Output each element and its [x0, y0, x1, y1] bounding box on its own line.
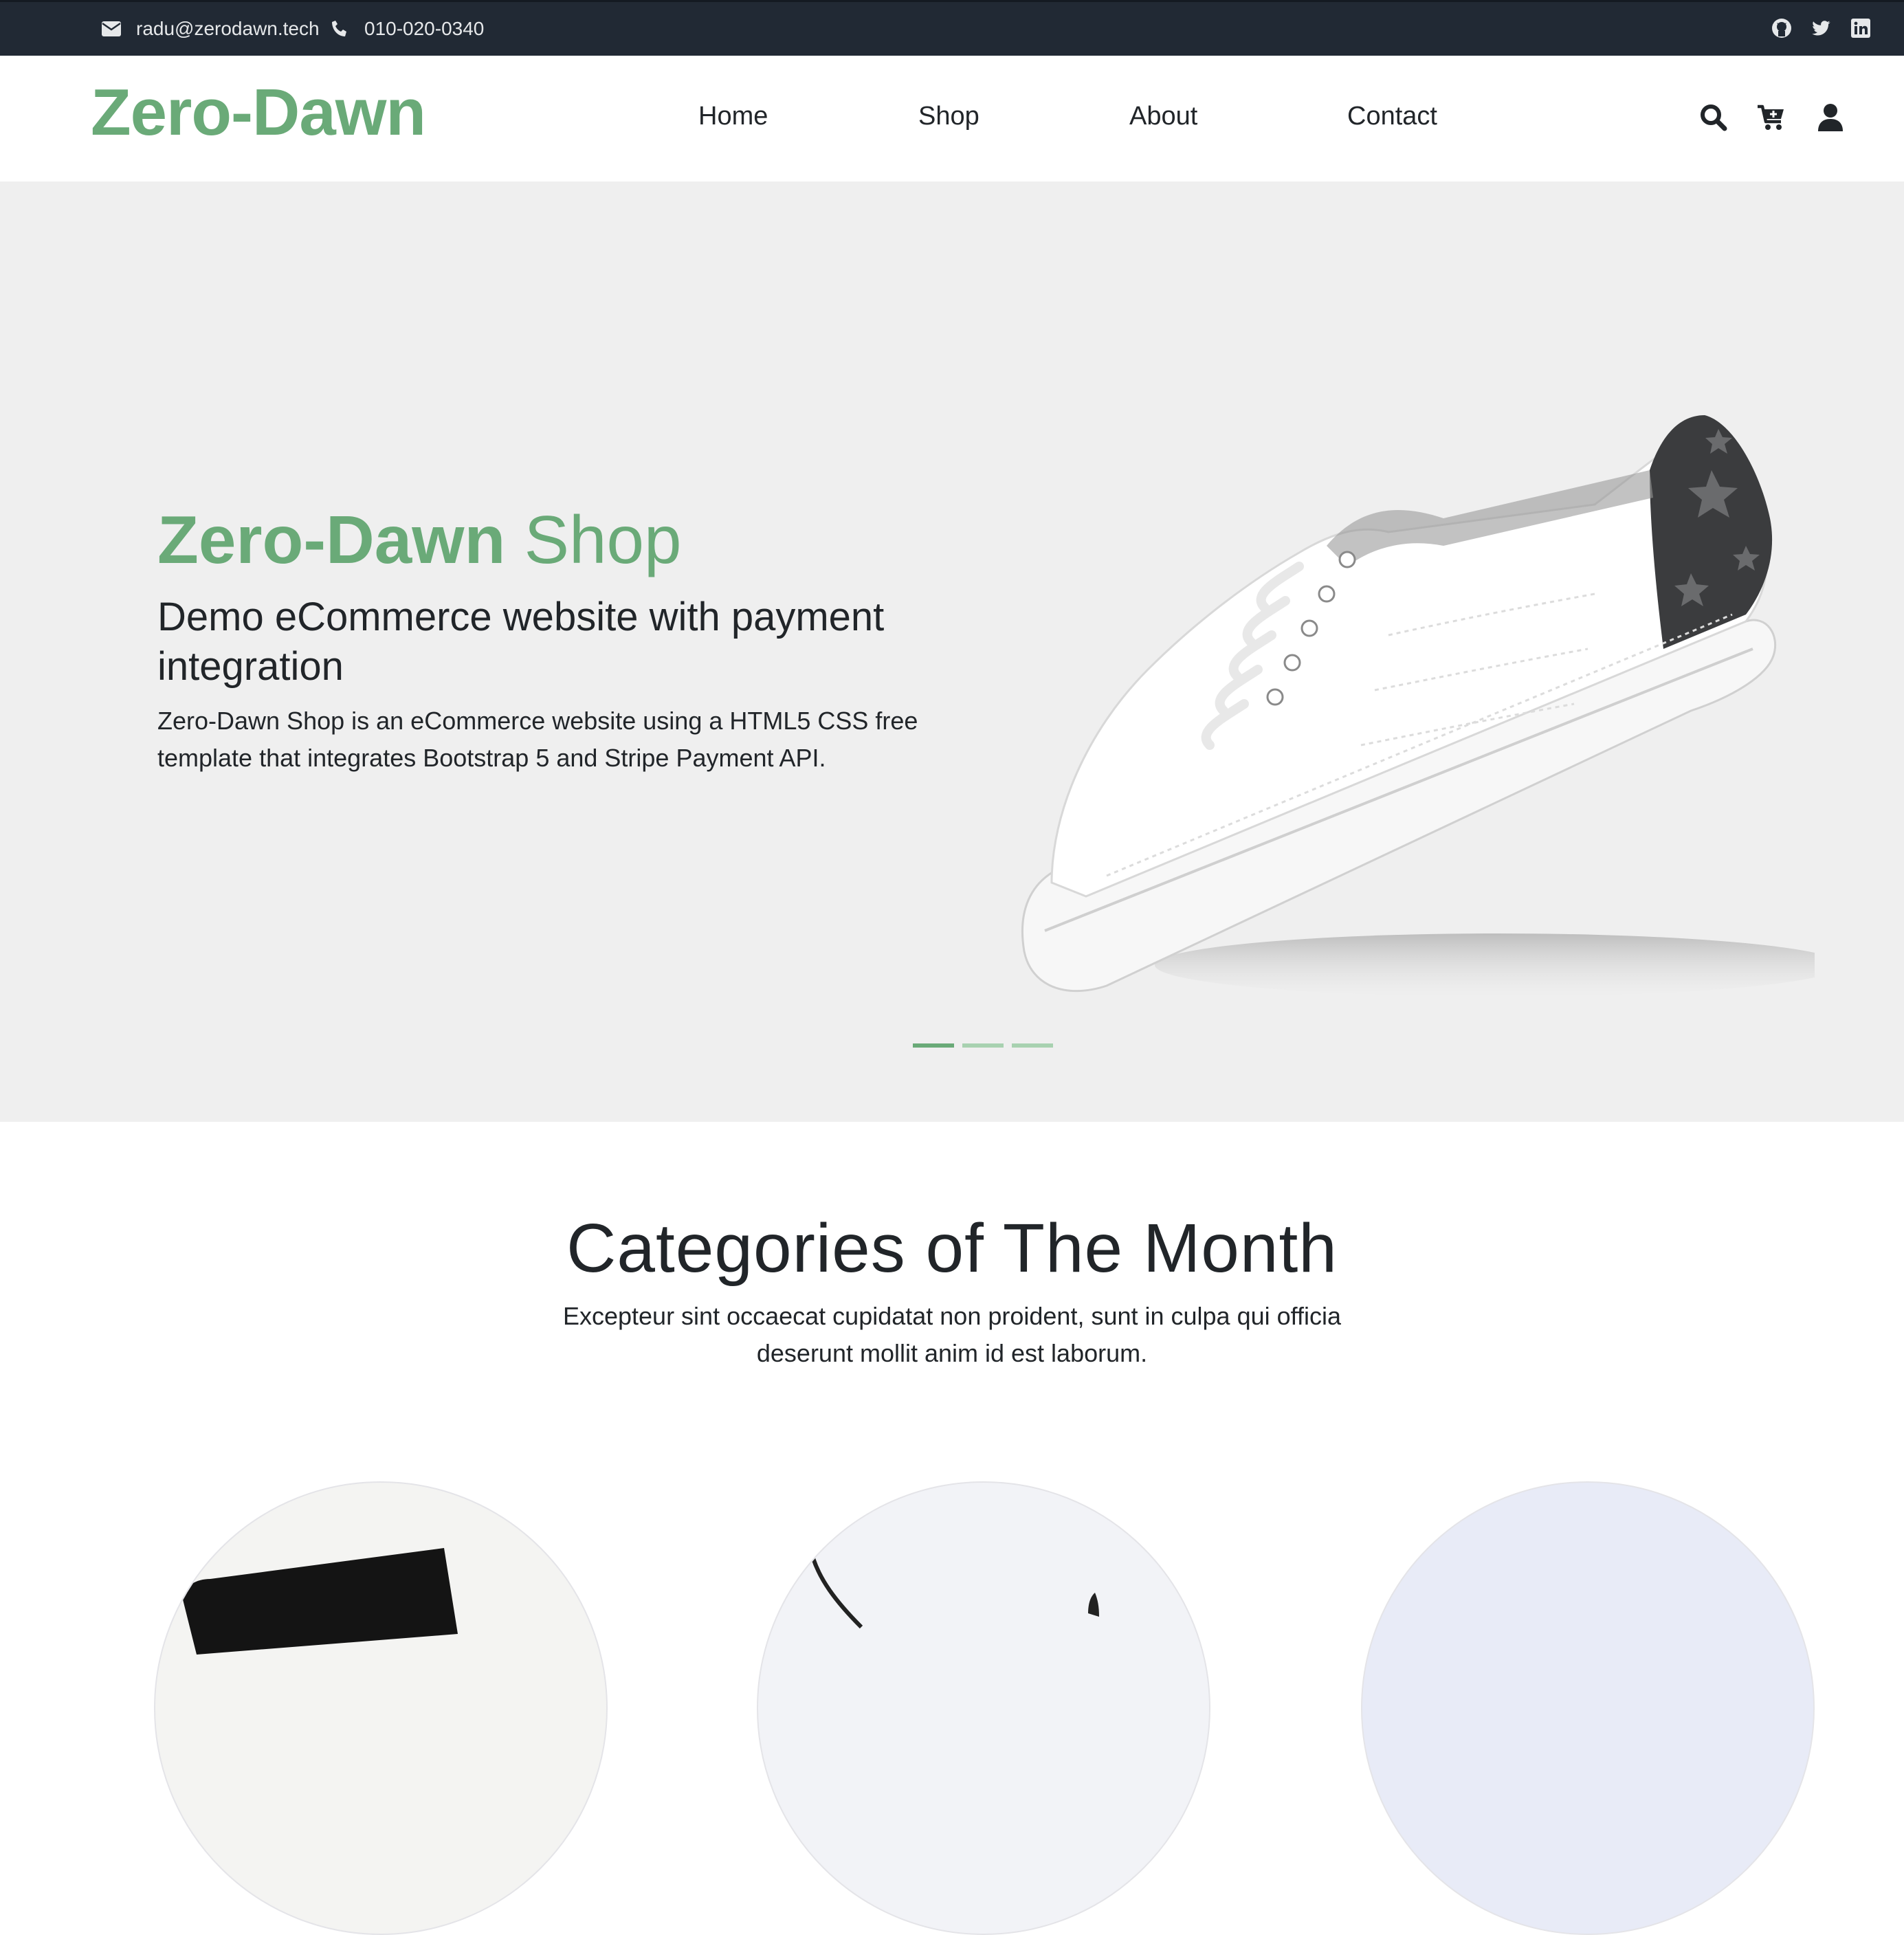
categories-title: Categories of The Month: [566, 1210, 1338, 1287]
nav-link-home[interactable]: Home: [698, 101, 768, 133]
category-image-2[interactable]: [757, 1481, 1210, 1935]
carousel-indicator-3[interactable]: [1012, 1043, 1053, 1048]
linkedin-icon[interactable]: [1850, 17, 1872, 39]
carousel-indicators: [913, 1043, 1053, 1048]
phone-text: 010-020-0340: [364, 18, 485, 39]
phone-icon: [332, 21, 346, 36]
phone-link[interactable]: 010-020-0340: [330, 2, 484, 56]
carousel-indicator-1[interactable]: [913, 1043, 954, 1048]
envelope-icon: [102, 21, 121, 36]
watch-image: [183, 1548, 458, 1655]
brand-logo[interactable]: Zero-Dawn: [91, 76, 426, 149]
email-link[interactable]: radu@zerodawn.tech: [102, 2, 320, 56]
sneaker-image: [1021, 415, 1815, 997]
user-icon[interactable]: [1815, 102, 1846, 133]
hero-description: Zero-Dawn Shop is an eCommerce website u…: [157, 707, 918, 772]
hero-carousel: Zero-Dawn Shop Demo eCommerce website wi…: [0, 181, 1904, 1122]
nav-link-contact[interactable]: Contact: [1347, 101, 1437, 133]
carousel-indicator-2[interactable]: [962, 1043, 1004, 1048]
email-text: radu@zerodawn.tech: [136, 18, 320, 39]
github-icon[interactable]: [1771, 17, 1793, 39]
nav-link-about[interactable]: About: [1129, 101, 1197, 133]
top-contact-bar: radu@zerodawn.tech 010-020-0340: [0, 0, 1904, 56]
categories-description: Excepteur sint occaecat cupidatat non pr…: [562, 1302, 1342, 1367]
category-image-3[interactable]: [1361, 1481, 1815, 1935]
search-icon[interactable]: [1698, 102, 1729, 133]
main-navbar: Zero-Dawn Home Shop About Contact: [0, 56, 1904, 181]
twitter-icon[interactable]: [1810, 17, 1832, 39]
cart-icon[interactable]: [1756, 102, 1786, 133]
shoes-image: [811, 1558, 1099, 1629]
hero-title-brand: Zero-Dawn: [157, 502, 506, 577]
hero-subtitle: Demo eCommerce website with payment inte…: [157, 595, 885, 689]
hero-title-shop: Shop: [524, 502, 682, 577]
nav-link-shop[interactable]: Shop: [918, 101, 979, 133]
category-image-1[interactable]: [154, 1481, 608, 1935]
hero-title: Zero-Dawn Shop: [157, 502, 682, 577]
